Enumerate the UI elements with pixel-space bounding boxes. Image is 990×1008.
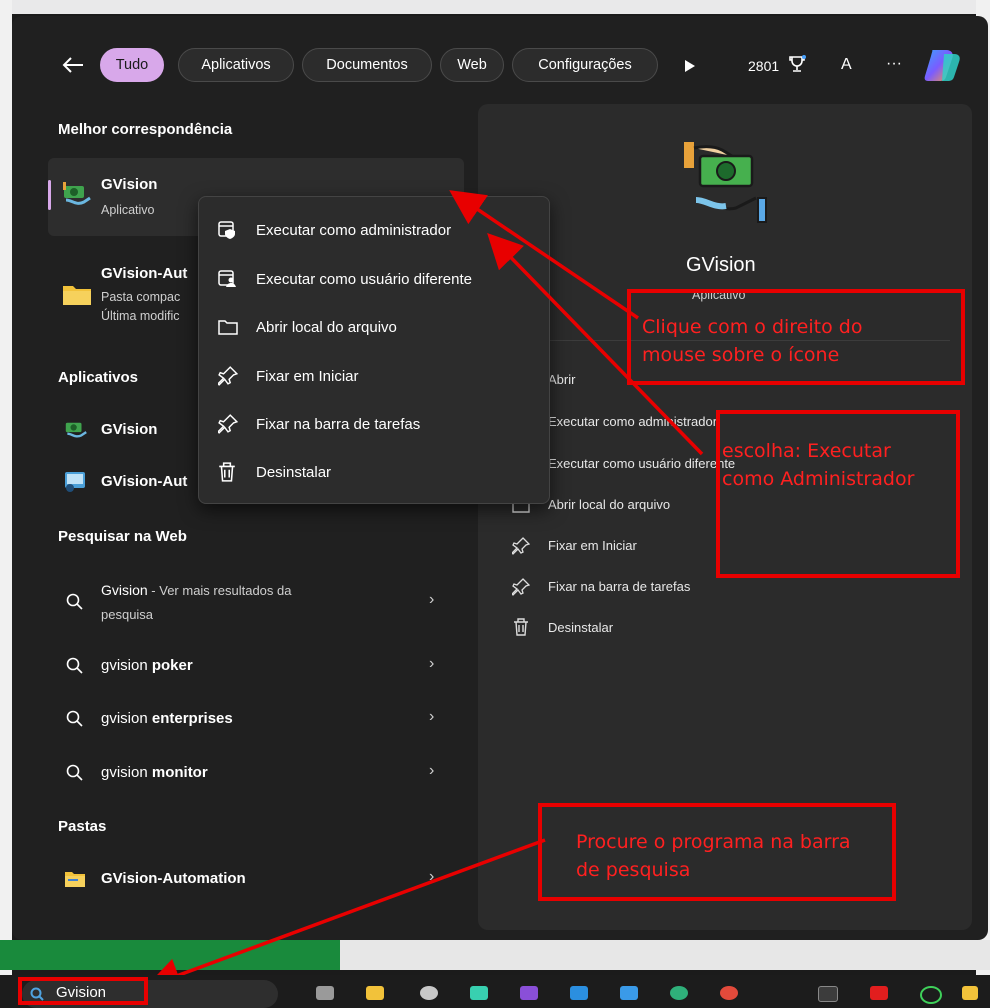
chrome-icon[interactable]	[720, 986, 738, 1000]
task-view-icon[interactable]	[316, 986, 334, 1000]
edge-icon[interactable]	[670, 986, 688, 1000]
annotation-box-taskbar-search	[18, 977, 148, 1005]
azure-data-studio-icon[interactable]	[620, 986, 638, 1000]
sticky-notes-icon[interactable]	[366, 986, 384, 1000]
copilot-taskbar-icon[interactable]	[470, 986, 488, 1000]
settings-gear-icon[interactable]	[420, 986, 438, 1000]
visual-studio-icon[interactable]	[520, 986, 538, 1000]
file-explorer-icon[interactable]	[962, 986, 978, 1000]
vscode-icon[interactable]	[570, 986, 588, 1000]
youtube-icon[interactable]	[870, 986, 888, 1000]
annotation-arrows	[145, 190, 704, 992]
app-ring-icon[interactable]	[920, 986, 942, 1004]
